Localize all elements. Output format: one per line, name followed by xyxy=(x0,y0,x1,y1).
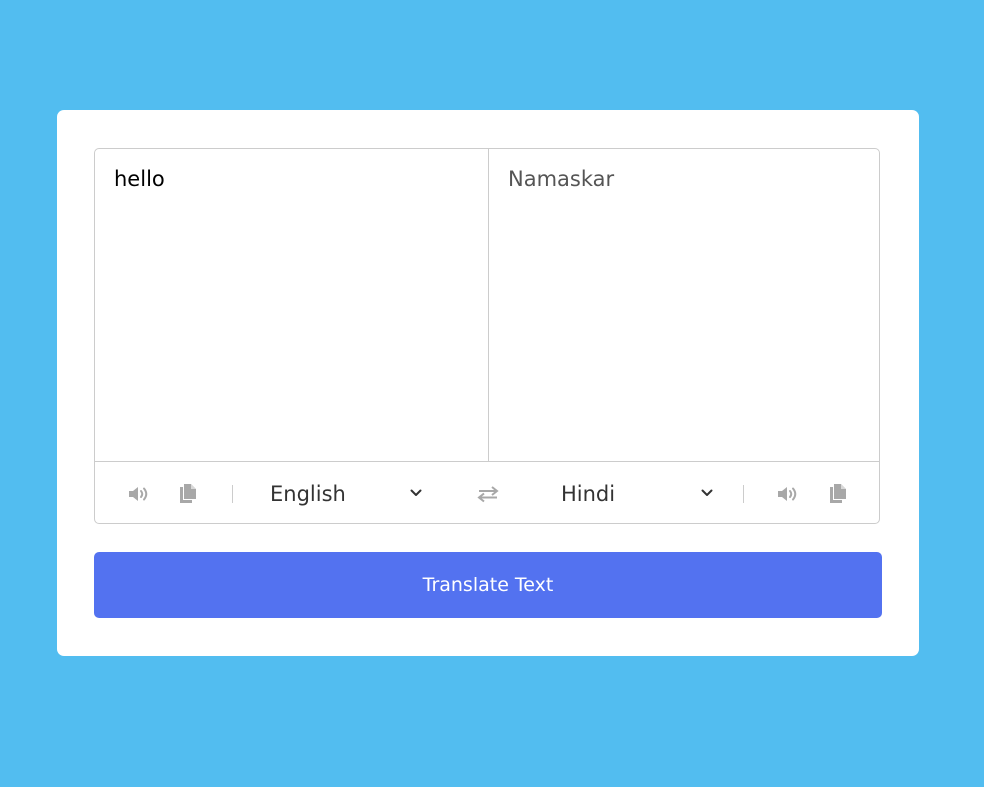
to-language-select[interactable]: Hindi xyxy=(561,462,721,523)
from-language-label: English xyxy=(270,482,346,506)
from-copy-button[interactable] xyxy=(177,462,199,523)
to-separator xyxy=(743,485,744,503)
from-textarea[interactable]: hello xyxy=(95,149,489,461)
controls-bar: English Hindi xyxy=(95,461,879,523)
to-copy-button[interactable] xyxy=(827,462,849,523)
translator-card: hello Namaskar English Hindi Translate T… xyxy=(57,110,919,656)
from-language-select[interactable]: English xyxy=(270,462,430,523)
text-input-wrapper: hello Namaskar English Hindi xyxy=(94,148,880,524)
chevron-down-icon xyxy=(701,489,713,496)
from-separator xyxy=(232,485,233,503)
to-textarea[interactable]: Namaskar xyxy=(489,149,879,461)
exchange-icon xyxy=(477,486,499,503)
volume-up-icon xyxy=(778,487,797,501)
volume-up-icon xyxy=(129,487,148,501)
copy-icon xyxy=(830,484,846,503)
chevron-down-icon xyxy=(410,489,422,496)
from-speak-button[interactable] xyxy=(125,462,153,523)
translate-button[interactable]: Translate Text xyxy=(94,552,882,618)
copy-icon xyxy=(180,484,196,503)
swap-languages-button[interactable] xyxy=(475,462,501,523)
to-speak-button[interactable] xyxy=(774,462,802,523)
to-language-label: Hindi xyxy=(561,482,616,506)
